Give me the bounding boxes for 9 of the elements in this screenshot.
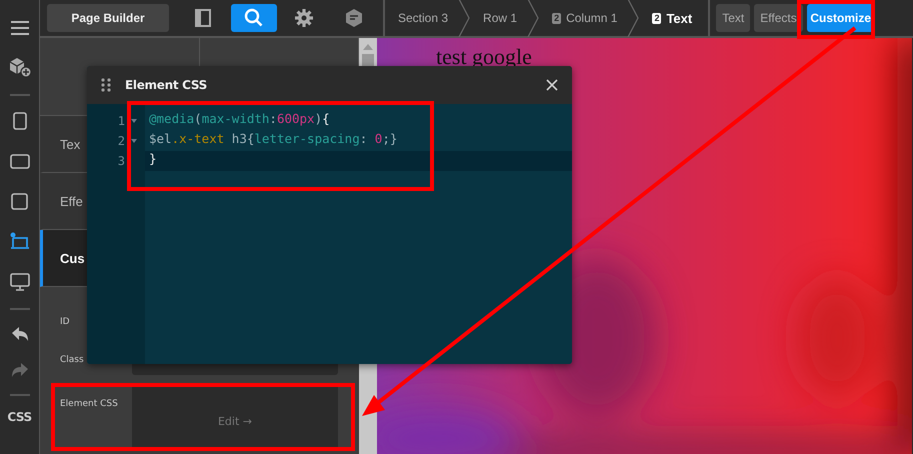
field-label: Class (60, 354, 85, 365)
code-line: $el.x-text h3{letter-spacing: 0;} (148, 131, 398, 148)
dialog-title: Element CSS (125, 78, 208, 92)
line-number: 1 (118, 114, 125, 128)
code-line: @media(max-width:600px){ (148, 111, 331, 128)
field-label: Element CSS (60, 398, 119, 409)
line-number: 2 (118, 134, 125, 148)
line-number: 3 (118, 154, 125, 168)
field-label: ID (60, 316, 71, 327)
